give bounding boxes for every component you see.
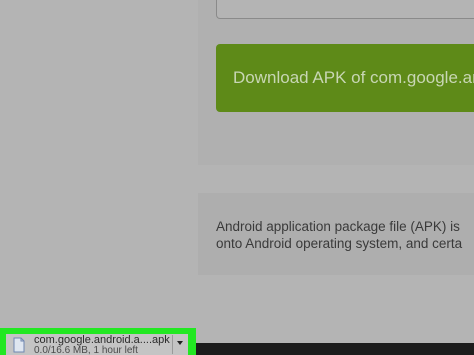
download-apk-button[interactable]: Download APK of com.google.android [216, 44, 474, 112]
chevron-down-icon [177, 341, 183, 345]
description-line-2: onto Android operating system, and certa [216, 236, 463, 251]
file-icon [13, 337, 25, 353]
download-menu-button[interactable] [172, 335, 187, 354]
apk-description: Android application package file (APK) i… [216, 218, 474, 252]
download-status: 0.0/16.6 MB, 1 hour left [34, 345, 138, 355]
page: Download APK of com.google.android Andro… [0, 0, 474, 355]
bottom-bar [196, 343, 474, 355]
description-line-1: Android application package file (APK) i… [216, 219, 460, 234]
download-item[interactable]: com.google.android.a....apk 0.0/16.6 MB,… [6, 334, 188, 355]
search-field[interactable] [216, 0, 474, 19]
